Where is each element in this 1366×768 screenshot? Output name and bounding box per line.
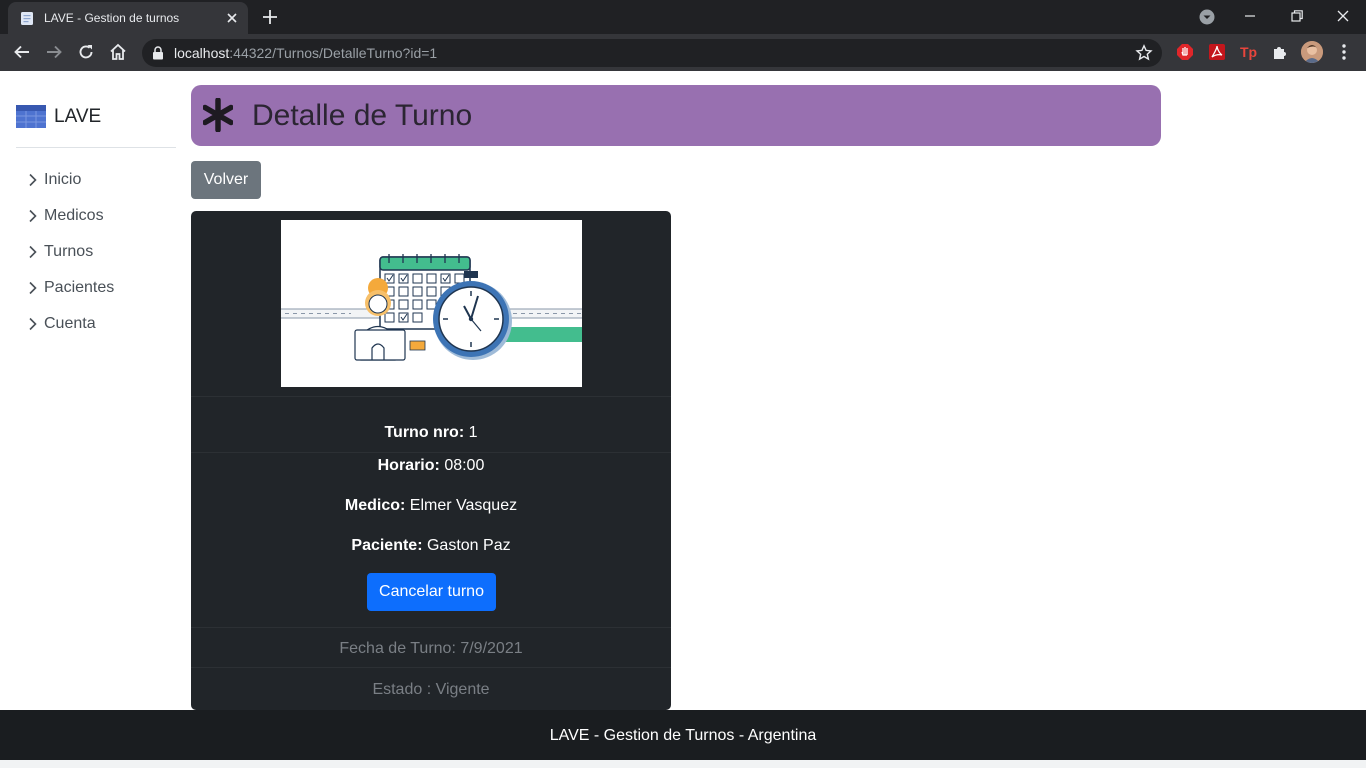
plus-icon[interactable] xyxy=(261,8,279,26)
lock-icon[interactable] xyxy=(152,46,164,60)
restore-icon[interactable] xyxy=(1287,6,1307,26)
horario-label: Horario: xyxy=(377,457,440,474)
chevron-right-icon xyxy=(29,209,37,223)
sidebar-item-medicos[interactable]: Medicos xyxy=(26,204,104,228)
chevron-right-icon xyxy=(29,245,37,259)
turno-number: Turno nro: 1 xyxy=(191,424,671,442)
back-button[interactable]: Volver xyxy=(191,161,261,199)
page-icon xyxy=(21,12,33,25)
page-header: Detalle de Turno xyxy=(191,85,1161,146)
address-bar[interactable]: localhost:44322/Turnos/DetalleTurno?id=1 xyxy=(142,39,1162,67)
pdf-extension-icon[interactable] xyxy=(1208,43,1226,61)
turno-fecha: Fecha de Turno: 7/9/2021 xyxy=(339,640,523,657)
page-footer: LAVE - Gestion de Turnos - Argentina xyxy=(0,710,1366,760)
sidebar-item-cuenta[interactable]: Cuenta xyxy=(26,312,96,336)
back-arrow-icon[interactable] xyxy=(12,42,32,62)
browser-menu-icon[interactable] xyxy=(1336,43,1352,61)
url-text[interactable]: localhost:44322/Turnos/DetalleTurno?id=1 xyxy=(174,45,437,61)
footer-text: LAVE - Gestion de Turnos - Argentina xyxy=(549,727,817,744)
svg-text:Tp: Tp xyxy=(1240,44,1257,60)
sidebar-item-label: Cuenta xyxy=(44,315,96,332)
browser-tab-bar: LAVE - Gestion de turnos xyxy=(0,0,1366,34)
window-close-icon[interactable] xyxy=(1333,6,1353,26)
calendar-logo-icon xyxy=(16,105,46,128)
paciente-label: Paciente: xyxy=(351,537,423,554)
user-avatar-icon xyxy=(1301,41,1323,63)
turno-horario: Horario: 08:00 xyxy=(191,457,671,475)
turno-number-value: 1 xyxy=(468,424,478,441)
turno-medico: Medico: Elmer Vasquez xyxy=(191,497,671,515)
url-host: localhost xyxy=(174,45,230,61)
sidebar-item-label: Inicio xyxy=(44,171,82,188)
turno-estado: Estado : Vigente xyxy=(372,681,490,698)
close-icon[interactable] xyxy=(224,10,240,26)
browser-tab[interactable]: LAVE - Gestion de turnos xyxy=(8,2,248,34)
turno-card: Turno nro: 1 Horario: 08:00 Medico: Elme… xyxy=(191,211,671,710)
medico-value: Elmer Vasquez xyxy=(409,497,518,514)
home-icon[interactable] xyxy=(108,42,128,62)
turno-paciente: Paciente: Gaston Paz xyxy=(191,537,671,555)
page-title: Detalle de Turno xyxy=(252,99,473,132)
tp-extension-icon[interactable]: Tp xyxy=(1240,43,1258,61)
minimize-icon[interactable] xyxy=(1240,6,1260,26)
forward-arrow-icon[interactable] xyxy=(44,42,64,62)
bookmark-star-icon[interactable] xyxy=(1135,44,1153,62)
calendar-clock-illustration xyxy=(281,254,582,361)
puzzle-extensions-icon[interactable] xyxy=(1271,43,1289,61)
chevron-right-icon xyxy=(29,173,37,187)
bottom-strip xyxy=(0,760,1366,768)
sidebar-item-label: Pacientes xyxy=(44,279,115,296)
sidebar-item-label: Medicos xyxy=(44,207,104,224)
turno-number-label: Turno nro: xyxy=(384,424,465,441)
card-divider xyxy=(191,452,671,453)
appointment-illustration xyxy=(281,220,582,387)
sidebar-divider xyxy=(16,147,176,148)
medico-label: Medico: xyxy=(344,497,406,514)
sidebar-item-turnos[interactable]: Turnos xyxy=(26,240,93,264)
horario-value: 08:00 xyxy=(444,457,485,474)
sidebar-item-pacientes[interactable]: Pacientes xyxy=(26,276,114,300)
paciente-value: Gaston Paz xyxy=(426,537,511,554)
sidebar-item-inicio[interactable]: Inicio xyxy=(26,168,81,192)
chevron-right-icon xyxy=(29,317,37,331)
profile-avatar[interactable] xyxy=(1301,41,1323,63)
card-divider xyxy=(191,667,671,668)
asterisk-icon xyxy=(203,98,233,132)
card-divider xyxy=(191,627,671,628)
url-path: :44322/Turnos/DetalleTurno?id=1 xyxy=(229,45,438,61)
chevron-right-icon xyxy=(29,281,37,295)
tab-title: LAVE - Gestion de turnos xyxy=(44,11,180,25)
tab-search-icon[interactable] xyxy=(1198,8,1216,26)
reload-icon[interactable] xyxy=(76,42,96,62)
adblock-extension-icon[interactable] xyxy=(1176,43,1194,61)
sidebar-item-label: Turnos xyxy=(44,243,94,260)
brand-name: LAVE xyxy=(54,106,102,127)
cancel-turno-button[interactable]: Cancelar turno xyxy=(367,573,496,611)
card-divider xyxy=(191,396,671,397)
browser-toolbar: localhost:44322/Turnos/DetalleTurno?id=1… xyxy=(0,34,1366,71)
